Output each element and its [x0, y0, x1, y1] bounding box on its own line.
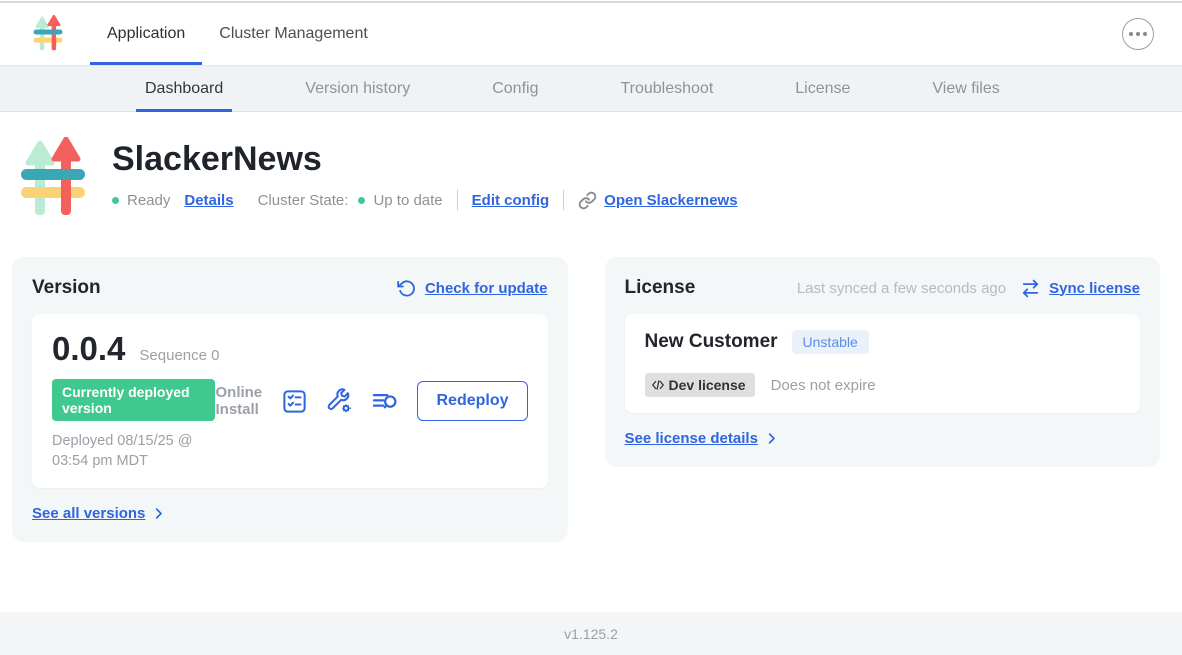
tab-license[interactable]: License — [786, 66, 859, 111]
details-link[interactable]: Details — [184, 192, 233, 209]
console-footer: v1.125.2 — [0, 612, 1182, 655]
customer-name: New Customer — [645, 331, 778, 353]
last-synced-text: Last synced a few seconds ago — [797, 280, 1006, 297]
tab-cluster-management[interactable]: Cluster Management — [202, 3, 385, 65]
chain-link-icon — [578, 191, 597, 210]
see-all-versions-link[interactable]: See all versions — [32, 505, 548, 522]
tab-application-label: Application — [107, 25, 185, 43]
license-card: License Last synced a few seconds ago Sy… — [605, 257, 1161, 467]
tab-troubleshoot[interactable]: Troubleshoot — [611, 66, 722, 111]
app-status-row: Ready Details Cluster State: Up to date … — [112, 190, 738, 210]
app-logo-large-icon — [20, 137, 86, 221]
version-number: 0.0.4 — [52, 330, 125, 368]
cluster-state-label: Cluster State: — [258, 192, 349, 209]
code-icon — [651, 378, 665, 392]
version-diff-icon[interactable] — [281, 388, 308, 415]
chevron-right-icon — [764, 431, 779, 446]
divider — [563, 190, 564, 210]
cluster-state-dot-icon — [358, 197, 365, 204]
sequence-label: Sequence 0 — [139, 347, 219, 364]
dashboard-cards: Version Check for update 0.0.4 Sequence … — [12, 257, 1160, 542]
chevron-right-icon — [151, 506, 166, 521]
more-menu-button[interactable] — [1122, 18, 1154, 50]
license-detail-panel: New Customer Unstable Dev license Does n… — [625, 314, 1141, 413]
open-app-link[interactable]: Open Slackernews — [604, 192, 737, 209]
status-text: Ready — [127, 192, 170, 209]
current-version-panel: 0.0.4 Sequence 0 Currently deployed vers… — [32, 314, 548, 488]
deployed-badge: Currently deployed version — [52, 379, 215, 421]
tab-cluster-management-label: Cluster Management — [219, 25, 368, 43]
divider — [457, 190, 458, 210]
see-license-details-link[interactable]: See license details — [625, 430, 1141, 447]
app-logo-icon — [33, 15, 63, 53]
install-type-label: Online Install — [215, 384, 263, 419]
refresh-icon — [397, 279, 416, 298]
tab-version-history[interactable]: Version history — [296, 66, 419, 111]
license-expiry: Does not expire — [771, 377, 876, 394]
tab-dashboard[interactable]: Dashboard — [136, 66, 232, 111]
redeploy-button[interactable]: Redeploy — [417, 381, 527, 421]
config-wrench-icon[interactable] — [326, 388, 353, 415]
status-dot-icon — [112, 197, 119, 204]
version-card-title: Version — [32, 277, 101, 299]
app-header: SlackerNews Ready Details Cluster State:… — [20, 137, 1182, 221]
logs-search-icon[interactable] — [371, 387, 399, 415]
license-card-title: License — [625, 277, 696, 299]
edit-config-link[interactable]: Edit config — [472, 192, 550, 209]
channel-badge: Unstable — [792, 330, 869, 354]
sync-arrows-icon — [1021, 279, 1040, 298]
page-title: SlackerNews — [112, 140, 738, 179]
tab-view-files[interactable]: View files — [923, 66, 1008, 111]
app-sub-nav: Dashboard Version history Config Trouble… — [0, 65, 1182, 112]
license-type-badge: Dev license — [645, 373, 755, 397]
console-version: v1.125.2 — [564, 626, 618, 642]
deployed-timestamp: Deployed 08/15/25 @ 03:54 pm MDT — [52, 431, 215, 472]
check-for-update-link[interactable]: Check for update — [425, 280, 548, 297]
cluster-state-value: Up to date — [373, 192, 442, 209]
top-header: Application Cluster Management — [0, 3, 1182, 65]
sync-license-link[interactable]: Sync license — [1049, 280, 1140, 297]
tab-application[interactable]: Application — [90, 3, 202, 65]
ellipsis-icon — [1129, 32, 1133, 36]
version-card: Version Check for update 0.0.4 Sequence … — [12, 257, 568, 542]
main-nav: Application Cluster Management — [90, 3, 385, 65]
tab-config[interactable]: Config — [483, 66, 547, 111]
